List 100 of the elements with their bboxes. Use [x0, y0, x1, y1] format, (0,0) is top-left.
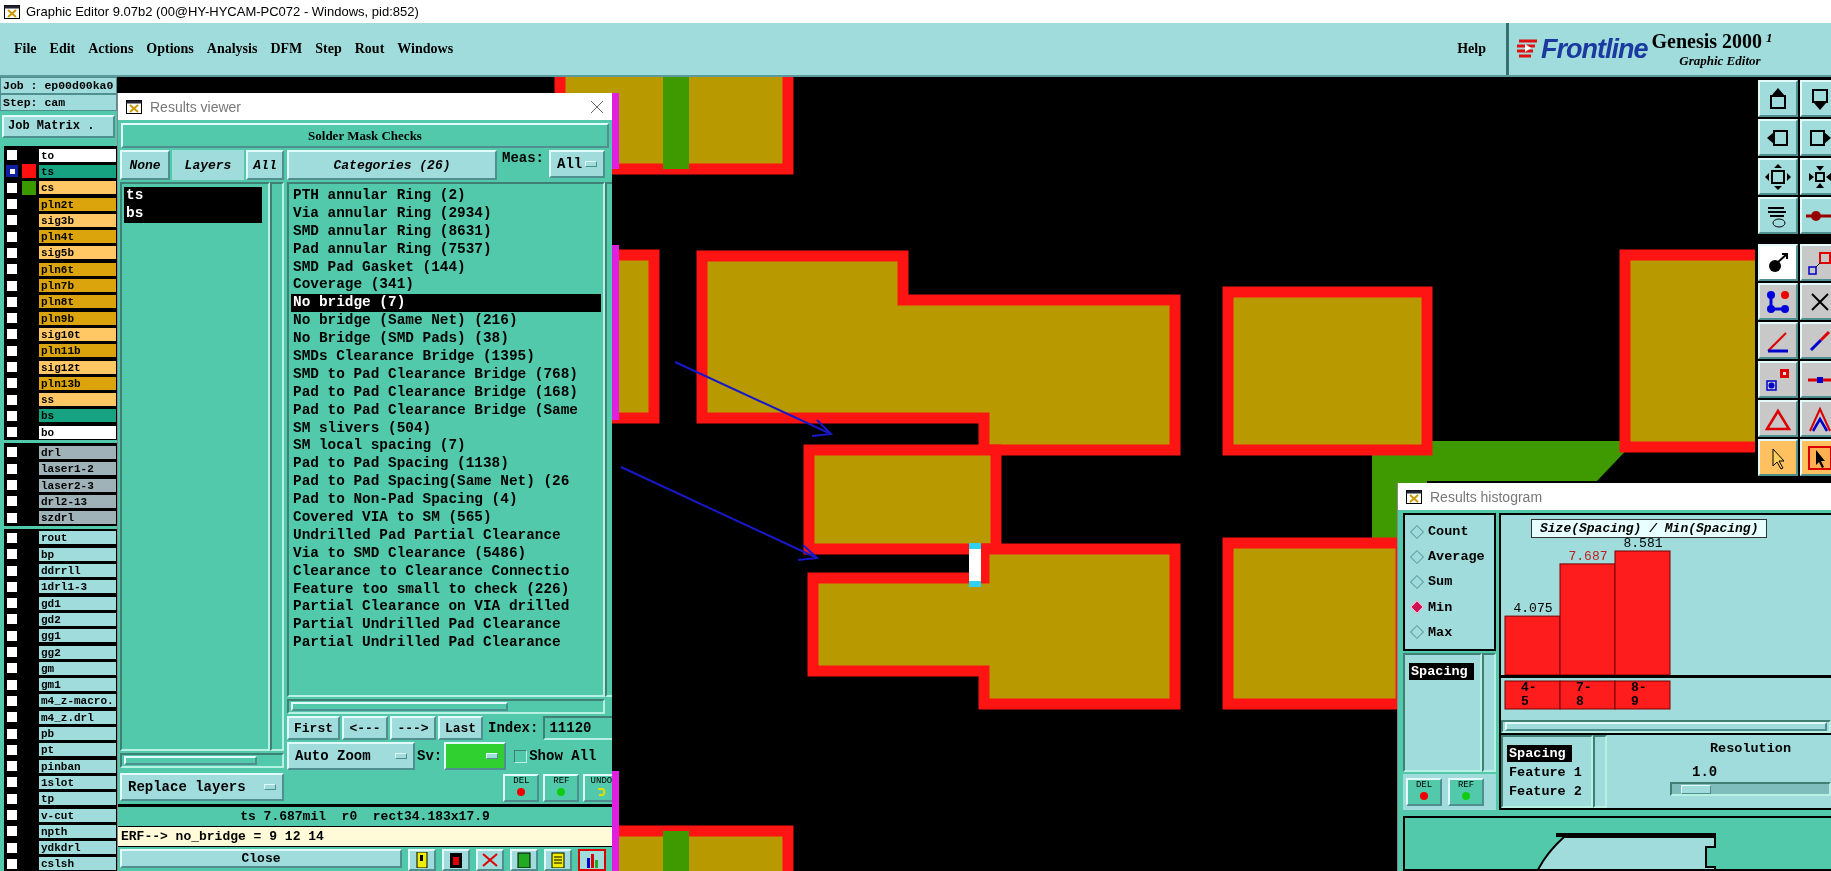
layer-name[interactable]: m4_z.drl: [38, 709, 117, 725]
category-item[interactable]: Undrilled Pad Partial Clearance: [291, 526, 602, 545]
layer-name[interactable]: pln4t: [38, 229, 117, 245]
menu-item[interactable]: Analysis: [206, 41, 258, 57]
close-button[interactable]: Close: [120, 849, 402, 868]
layer-name[interactable]: pt: [38, 742, 117, 758]
category-item[interactable]: No bridge (Same Net) (216): [291, 312, 602, 331]
layer-name[interactable]: gm1: [38, 677, 117, 693]
layer-name[interactable]: gd1: [38, 595, 117, 611]
field-item[interactable]: Feature 1: [1507, 764, 1588, 781]
layer-name[interactable]: pln6t: [38, 261, 117, 277]
help-menu[interactable]: Help: [1457, 41, 1486, 57]
layer-name[interactable]: pln8t: [38, 294, 117, 310]
layer-name[interactable]: cs: [38, 180, 117, 196]
category-item[interactable]: SMDs Clearance Bridge (1395): [291, 348, 602, 366]
nav-button[interactable]: --->: [390, 716, 436, 740]
menu-item[interactable]: DFM: [270, 41, 303, 57]
category-item[interactable]: PTH annular Ring (2): [291, 187, 602, 205]
category-item[interactable]: Partial Undrilled Pad Clearance: [291, 634, 602, 653]
category-item[interactable]: SM slivers (504): [291, 419, 602, 438]
layer-name[interactable]: m4_z-macro.: [38, 693, 117, 709]
category-item[interactable]: Via to SMD Clearance (5486): [291, 544, 602, 563]
layer-name[interactable]: pinban: [38, 758, 117, 774]
layer-name[interactable]: drl: [38, 445, 117, 460]
layer-name[interactable]: ddrrll: [38, 563, 117, 579]
layer-name[interactable]: pln13b: [38, 375, 117, 391]
category-item[interactable]: SM local spacing (7): [291, 437, 602, 456]
layer-name[interactable]: 1drl1-3: [38, 579, 117, 595]
field-item[interactable]: Spacing: [1507, 745, 1572, 762]
layer-name[interactable]: pb: [38, 726, 117, 742]
category-item[interactable]: Pad to Pad Clearance Bridge (168): [291, 383, 602, 402]
category-item[interactable]: Partial Undrilled Pad Clearance: [291, 616, 602, 635]
zoom-mode-dropdown[interactable]: Auto Zoom: [287, 742, 415, 770]
category-item[interactable]: Covered VIA to SM (565): [291, 509, 602, 527]
menu-item[interactable]: Options: [146, 41, 194, 57]
layer-name[interactable]: gd2: [38, 611, 117, 627]
layer-name[interactable]: to: [38, 147, 117, 163]
none-button[interactable]: None: [120, 150, 170, 180]
layer-list-item[interactable]: ts: [124, 187, 262, 205]
layer-name[interactable]: ss: [38, 392, 117, 408]
category-item[interactable]: Pad to Pad Clearance Bridge (Same: [291, 401, 602, 420]
nav-button[interactable]: <---: [342, 716, 388, 740]
layer-name[interactable]: npth: [38, 823, 117, 839]
edit-button[interactable]: DEL: [1406, 778, 1442, 806]
layer-name[interactable]: gg2: [38, 644, 117, 660]
layer-name[interactable]: pln7b: [38, 278, 117, 293]
category-item[interactable]: Pad to Pad Spacing(Same Net) (26: [291, 473, 602, 492]
nav-button[interactable]: First: [287, 716, 340, 740]
edit-button[interactable]: UNDO: [583, 774, 612, 802]
all-button[interactable]: All: [246, 150, 284, 180]
category-item[interactable]: Pad to Non-Pad Spacing (4): [291, 491, 602, 510]
layer-name[interactable]: bo: [38, 424, 117, 440]
category-item[interactable]: SMD to Pad Clearance Bridge (768): [291, 365, 602, 384]
nav-button[interactable]: Last: [438, 716, 483, 740]
layer-name[interactable]: pln11b: [38, 343, 117, 359]
category-item[interactable]: Pad to Pad Spacing (1138): [291, 455, 602, 474]
category-item[interactable]: SMD annular Ring (8631): [291, 222, 602, 241]
field-item[interactable]: Feature 2: [1507, 783, 1588, 800]
category-item[interactable]: No Bridge (SMD Pads) (38): [291, 330, 602, 348]
menu-item[interactable]: Rout: [354, 41, 385, 57]
layer-name[interactable]: bs: [38, 408, 117, 424]
edit-button[interactable]: REF: [543, 774, 580, 802]
job-matrix-button[interactable]: Job Matrix .: [2, 115, 115, 138]
category-item[interactable]: Feature too small to check (226): [291, 580, 602, 599]
edit-button[interactable]: REF: [1448, 778, 1484, 806]
layer-name[interactable]: gg1: [38, 628, 117, 644]
layer-name[interactable]: sig3b: [38, 212, 117, 228]
layer-name[interactable]: gm: [38, 660, 117, 676]
meas-dropdown[interactable]: All: [549, 150, 605, 178]
menu-item[interactable]: Edit: [49, 41, 76, 57]
layers-button[interactable]: Layers: [172, 150, 244, 180]
menu-item[interactable]: File: [14, 41, 37, 57]
category-item[interactable]: SMD Pad Gasket (144): [291, 258, 602, 277]
layer-name[interactable]: bp: [38, 546, 117, 562]
layer-name[interactable]: pln2t: [38, 196, 117, 212]
edit-button[interactable]: DEL: [503, 774, 540, 802]
layer-name[interactable]: 1slot: [38, 774, 117, 790]
category-item[interactable]: No bridge (7): [291, 294, 602, 313]
layer-name[interactable]: sig12t: [38, 359, 117, 375]
category-item[interactable]: Clearance to Clearance Connectio: [291, 562, 602, 581]
layer-name[interactable]: ydkdrl: [38, 840, 117, 856]
category-item[interactable]: Partial Clearance on VIA drilled: [291, 598, 602, 617]
menu-item[interactable]: Windows: [397, 41, 454, 57]
layer-name[interactable]: ts: [38, 163, 117, 179]
layer-name[interactable]: laser2-3: [38, 477, 117, 493]
categories-button[interactable]: Categories (26): [287, 150, 497, 180]
menu-item[interactable]: Step: [315, 41, 342, 57]
layer-name[interactable]: pln9b: [38, 310, 117, 326]
layer-name[interactable]: cslsh: [38, 856, 117, 871]
index-field[interactable]: 11120: [543, 716, 612, 740]
layer-name[interactable]: sig10t: [38, 326, 117, 342]
layer-name[interactable]: szdrl: [38, 510, 117, 526]
category-item[interactable]: Via annular Ring (2934): [291, 204, 602, 223]
layer-name[interactable]: v-cut: [38, 807, 117, 823]
layer-name[interactable]: laser1-2: [38, 461, 117, 477]
layer-name[interactable]: tp: [38, 791, 117, 807]
layer-name[interactable]: rout: [38, 530, 117, 546]
measure-item[interactable]: Spacing: [1409, 663, 1474, 680]
category-item[interactable]: Pad annular Ring (7537): [291, 240, 602, 259]
replace-mode-dropdown[interactable]: Replace layers: [120, 773, 284, 801]
